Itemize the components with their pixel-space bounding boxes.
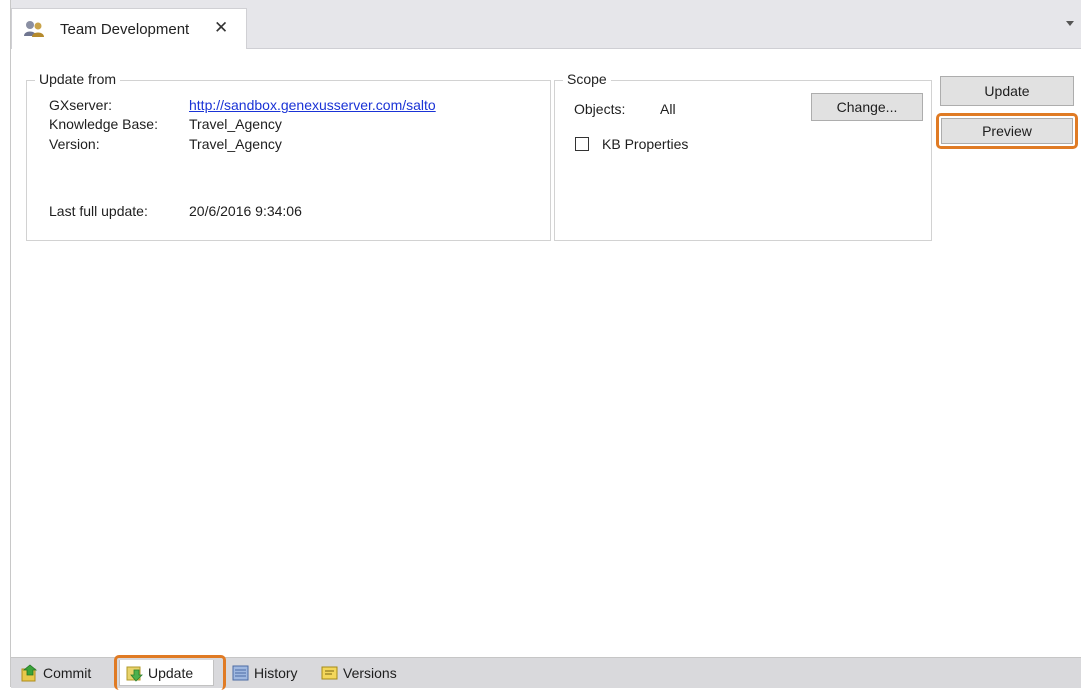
- change-button[interactable]: Change...: [811, 93, 923, 121]
- last-update-label: Last full update:: [49, 203, 148, 219]
- scope-group: Scope Objects: All Change... KB Properti…: [554, 71, 932, 241]
- chevron-down-icon[interactable]: [1066, 21, 1074, 26]
- preview-highlight: [936, 113, 1078, 149]
- team-development-window: Team Development ✕ Update from GXserver:…: [10, 0, 1081, 690]
- gxserver-link[interactable]: http://sandbox.genexusserver.com/salto: [189, 97, 436, 113]
- update-button[interactable]: Update: [940, 76, 1074, 106]
- version-label: Version:: [49, 136, 100, 152]
- kb-properties-checkbox[interactable]: [575, 137, 589, 151]
- tab-versions-label: Versions: [343, 665, 397, 681]
- scope-legend: Scope: [563, 71, 611, 87]
- kb-properties-label: KB Properties: [602, 136, 689, 152]
- objects-label: Objects:: [574, 101, 626, 117]
- kb-label: Knowledge Base:: [49, 116, 158, 132]
- team-users-icon: [24, 21, 44, 37]
- history-icon: [232, 665, 249, 681]
- last-update-value: 20/6/2016 9:34:06: [189, 203, 302, 219]
- document-tabstrip: Team Development ✕: [11, 0, 1081, 49]
- tab-history[interactable]: History: [232, 660, 298, 686]
- tab-versions[interactable]: Versions: [321, 660, 397, 686]
- update-from-legend: Update from: [35, 71, 121, 87]
- kb-value: Travel_Agency: [189, 116, 282, 132]
- versions-icon: [321, 666, 338, 680]
- objects-value: All: [660, 101, 676, 117]
- bottom-tabstrip: Commit Update History Versions: [11, 655, 1081, 690]
- tab-commit[interactable]: Commit: [21, 660, 91, 686]
- close-icon[interactable]: ✕: [214, 19, 228, 37]
- version-value: Travel_Agency: [189, 136, 282, 152]
- tab-history-label: History: [254, 665, 298, 681]
- tab-commit-label: Commit: [43, 665, 92, 681]
- update-tab-highlight: [114, 655, 226, 690]
- gxserver-label: GXserver:: [49, 97, 113, 113]
- tab-title: Team Development: [60, 21, 190, 38]
- tab-team-development[interactable]: Team Development ✕: [11, 8, 247, 49]
- commit-icon: [21, 664, 38, 682]
- update-from-group: Update from GXserver: http://sandbox.gen…: [26, 71, 551, 241]
